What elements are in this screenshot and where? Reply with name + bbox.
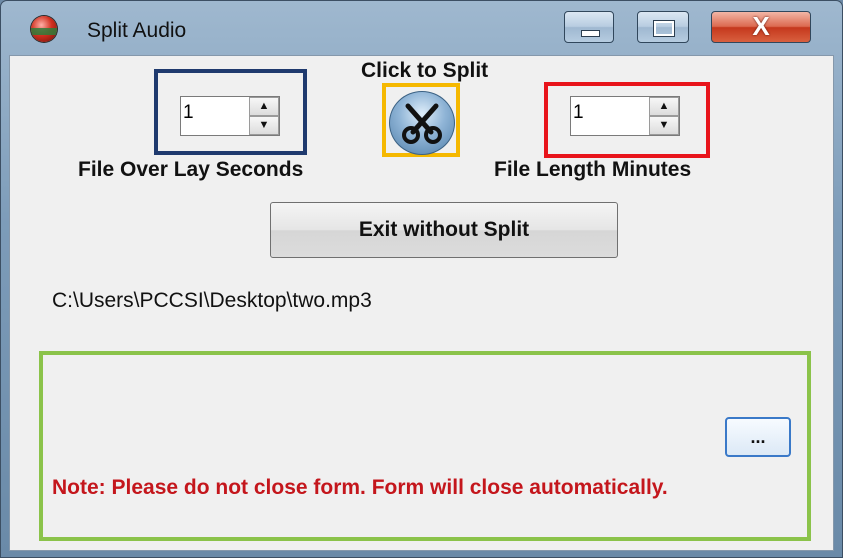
minimize-icon: [581, 30, 600, 37]
overlay-down-arrow-icon[interactable]: ▼: [249, 116, 279, 135]
app-globe-icon: [31, 16, 57, 42]
title-bar[interactable]: Split Audio X: [1, 1, 842, 49]
overlay-seconds-spinner[interactable]: ▲ ▼: [180, 96, 280, 136]
split-button[interactable]: [389, 91, 455, 155]
overlay-seconds-input[interactable]: [183, 102, 239, 124]
bottom-panel-highlight-box: [39, 351, 811, 541]
minimize-button[interactable]: [564, 11, 614, 43]
length-minutes-spinner[interactable]: ▲ ▼: [570, 96, 680, 136]
length-up-arrow-icon[interactable]: ▲: [649, 97, 679, 116]
overlay-seconds-label: File Over Lay Seconds: [78, 158, 304, 181]
length-minutes-input[interactable]: [573, 102, 629, 124]
length-down-arrow-icon[interactable]: ▼: [649, 116, 679, 135]
overlay-up-arrow-icon[interactable]: ▲: [249, 97, 279, 116]
maximize-icon: [653, 20, 675, 37]
scissors-icon: [402, 103, 442, 144]
note-text: Note: Please do not close form. Form wil…: [52, 476, 668, 499]
click-to-split-label: Click to Split: [361, 59, 489, 82]
maximize-button[interactable]: [637, 11, 689, 43]
close-icon: X: [752, 11, 770, 41]
exit-without-split-button[interactable]: Exit without Split: [270, 202, 618, 258]
browse-button[interactable]: ...: [725, 417, 791, 457]
window-title: Split Audio: [87, 19, 187, 42]
close-button[interactable]: X: [711, 11, 811, 43]
length-minutes-label: File Length Minutes: [494, 158, 692, 181]
file-path-text: C:\Users\PCCSI\Desktop\two.mp3: [52, 289, 372, 312]
